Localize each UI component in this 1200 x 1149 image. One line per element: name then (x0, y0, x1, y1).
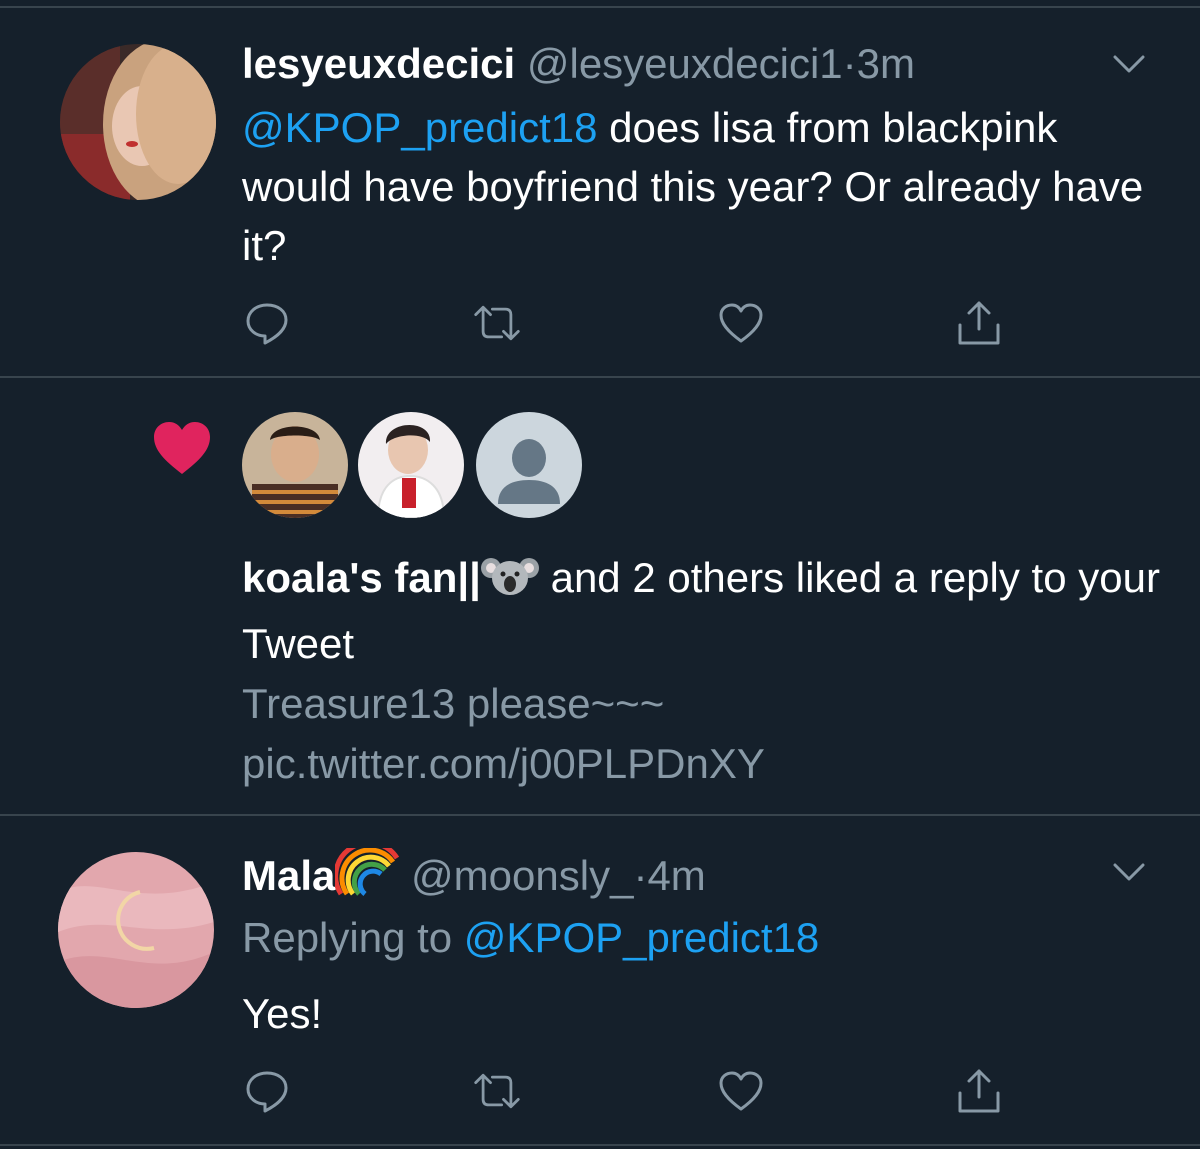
share-icon[interactable] (954, 1066, 1004, 1116)
timestamp[interactable]: 3m (857, 40, 915, 87)
avatar[interactable] (358, 412, 464, 518)
action-bar (242, 298, 1002, 348)
koala-icon (480, 552, 539, 614)
default-avatar-icon[interactable] (476, 412, 582, 518)
tweet-header: lesyeuxdecici @lesyeuxdecici1·3m (242, 40, 915, 88)
mention-link[interactable]: @KPOP_predict18 (464, 914, 819, 961)
tweet-header: Mala @moonsly_·4m (242, 840, 706, 906)
handle[interactable]: @moonsly_ (411, 852, 633, 899)
liker-name[interactable]: koala's fan|| (242, 554, 481, 601)
heart-icon (152, 420, 212, 476)
tweet-mala[interactable]: Mala @moonsly_·4m Replying to @KPOP_pred… (0, 816, 1200, 1144)
retweet-icon[interactable] (472, 1066, 522, 1116)
share-icon[interactable] (954, 298, 1004, 348)
replying-label: Replying to (242, 914, 464, 961)
display-name[interactable]: lesyeuxdecici (242, 40, 515, 87)
chevron-down-icon[interactable] (1112, 860, 1146, 884)
display-name[interactable]: Mala (242, 852, 335, 899)
separator-dot: · (842, 40, 857, 87)
tweet-text: @KPOP_predict18 does lisa from blackpink… (242, 98, 1162, 275)
action-bar (242, 1066, 1002, 1116)
reply-icon[interactable] (242, 298, 292, 348)
notification-text: koala's fan|| and 2 others liked a reply… (242, 548, 1162, 674)
tweet-lesyeuxdecici[interactable]: lesyeuxdecici @lesyeuxdecici1·3m @KPOP_p… (0, 0, 1200, 376)
divider (0, 1144, 1200, 1146)
timestamp[interactable]: 4m (647, 852, 705, 899)
avatar[interactable] (58, 852, 214, 1008)
retweet-icon[interactable] (472, 298, 522, 348)
avatar[interactable] (242, 412, 348, 518)
mention-link[interactable]: @KPOP_predict18 (242, 104, 597, 151)
replying-to: Replying to @KPOP_predict18 (242, 908, 1162, 967)
separator-dot: · (633, 852, 648, 899)
chevron-down-icon[interactable] (1112, 52, 1146, 76)
tweet-text: Yes! (242, 990, 323, 1037)
reply-icon[interactable] (242, 1066, 292, 1116)
like-icon[interactable] (716, 298, 766, 348)
like-icon[interactable] (716, 1066, 766, 1116)
reply-preview[interactable]: Treasure13 please~~~ pic.twitter.com/j00… (242, 674, 1162, 794)
avatar[interactable] (60, 44, 216, 200)
handle[interactable]: @lesyeuxdecici1 (527, 40, 843, 87)
rainbow-icon (333, 840, 400, 906)
